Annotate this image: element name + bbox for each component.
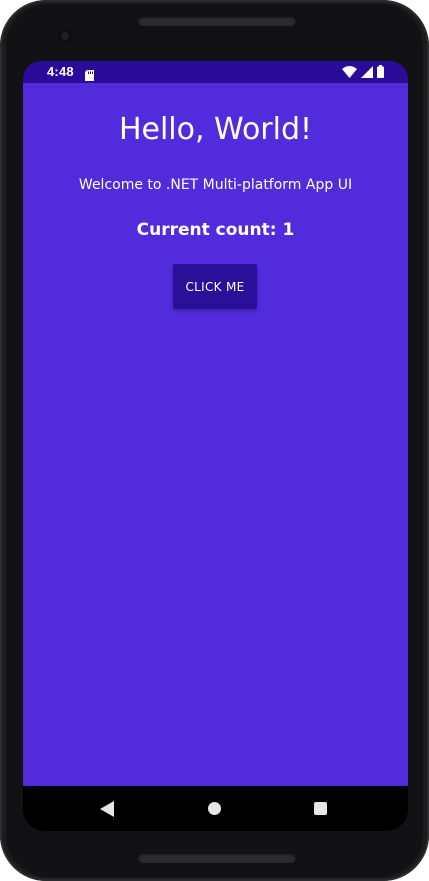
device-screen: 4:48 Hello, World! Welcome to .NET Multi… <box>23 61 408 831</box>
app-content: Hello, World! Welcome to .NET Multi-plat… <box>23 83 408 786</box>
recents-icon[interactable] <box>314 802 327 815</box>
click-me-button[interactable]: CLICK ME <box>173 264 257 309</box>
front-camera <box>58 29 72 43</box>
status-icons <box>342 63 384 82</box>
bottom-speaker <box>138 853 296 863</box>
battery-icon <box>377 63 384 82</box>
counter-label: Current count: 1 <box>136 220 295 240</box>
cellular-signal-icon <box>361 63 373 82</box>
navigation-bar <box>23 786 408 831</box>
earpiece-speaker <box>138 16 296 26</box>
home-icon[interactable] <box>208 802 221 815</box>
sd-card-icon <box>85 66 94 81</box>
phone-frame: 4:48 Hello, World! Welcome to .NET Multi… <box>0 0 429 881</box>
wifi-icon <box>342 63 357 82</box>
status-bar: 4:48 <box>23 61 408 83</box>
welcome-label: Welcome to .NET Multi-platform App UI <box>78 177 353 193</box>
status-time: 4:48 <box>47 64 74 79</box>
page-title: Hello, World! <box>118 112 313 147</box>
back-icon[interactable] <box>100 801 114 817</box>
